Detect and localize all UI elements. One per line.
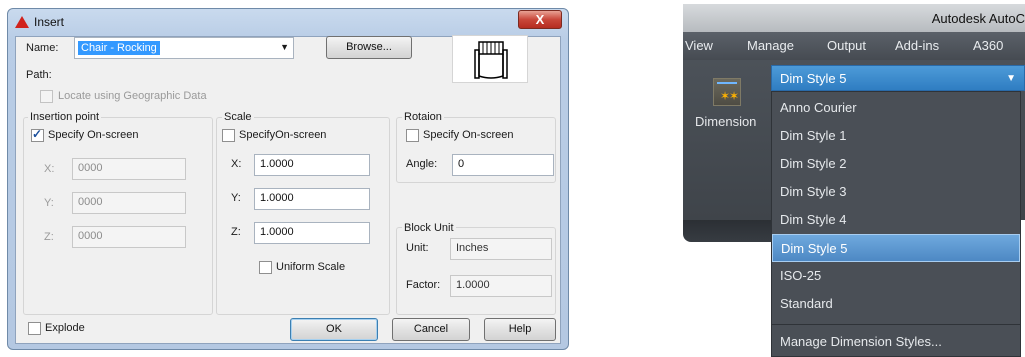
scale-z-field[interactable]: 1.0000 (254, 222, 370, 244)
dimension-icon[interactable]: ✶✶ (713, 78, 741, 106)
scale-x-field[interactable]: 1.0000 (254, 154, 370, 176)
autocad-ribbon: Autodesk AutoC View Manage Output Add-in… (683, 0, 1025, 357)
tab-output[interactable]: Output (827, 38, 866, 53)
dim-style-option-2[interactable]: Dim Style 2 (772, 150, 1020, 178)
unit-label: Unit: (406, 242, 429, 254)
manage-dim-styles-item[interactable]: Manage Dimension Styles... (772, 328, 1020, 356)
dim-style-option-anno-courier[interactable]: Anno Courier (772, 94, 1020, 122)
scale-title: Scale (222, 111, 254, 123)
scale-y-label: Y: (231, 192, 241, 204)
angle-field[interactable]: 0 (452, 154, 554, 176)
scale-specify-label: SpecifyOn-screen (239, 129, 327, 141)
geo-data-checkbox[interactable] (40, 90, 53, 103)
path-label: Path: (26, 69, 52, 81)
name-label: Name: (26, 42, 59, 54)
block-unit-title: Block Unit (402, 222, 456, 234)
tab-a360[interactable]: A360 (973, 38, 1003, 53)
dimension-button-label[interactable]: Dimension (695, 114, 756, 129)
dim-style-option-standard[interactable]: Standard (772, 290, 1020, 318)
scale-group (216, 117, 390, 315)
insertion-z-field[interactable]: 0000 (72, 226, 186, 248)
insert-dialog: Insert X Name: Chair - Rocking ▼ Browse.… (7, 8, 569, 350)
block-name-combo[interactable]: Chair - Rocking ▼ (74, 37, 294, 59)
panel-bottom-strip (683, 220, 773, 242)
unit-value: Inches (450, 238, 552, 260)
tab-view[interactable]: View (685, 38, 713, 53)
insertion-z-label: Z: (44, 231, 54, 243)
dim-style-option-1[interactable]: Dim Style 1 (772, 122, 1020, 150)
insertion-y-field[interactable]: 0000 (72, 192, 186, 214)
dim-style-option-5[interactable]: Dim Style 5 (772, 234, 1020, 262)
uniform-scale-label: Uniform Scale (276, 261, 346, 273)
rotation-specify-label: Specify On-screen (423, 129, 514, 141)
rotation-specify-checkbox[interactable] (406, 129, 419, 142)
dim-style-selected: Dim Style 5 (780, 71, 847, 86)
scale-x-label: X: (231, 158, 242, 170)
app-title: Autodesk AutoC (931, 11, 1025, 26)
factor-value: 1.0000 (450, 275, 552, 297)
uniform-scale-checkbox[interactable] (259, 261, 272, 274)
scale-z-label: Z: (231, 226, 241, 238)
insertion-x-label: X: (44, 163, 55, 175)
factor-label: Factor: (406, 279, 441, 291)
dimension-line-glyph (717, 82, 737, 84)
tab-manage[interactable]: Manage (747, 38, 794, 53)
dim-style-option-4[interactable]: Dim Style 4 (772, 206, 1020, 234)
chevron-down-icon[interactable]: ▼ (1006, 73, 1016, 84)
tab-add-ins[interactable]: Add-ins (895, 38, 939, 53)
help-button[interactable]: Help (484, 318, 556, 341)
explode-label: Explode (45, 322, 85, 334)
insertion-specify-label: Specify On-screen (48, 129, 139, 141)
ok-button[interactable]: OK (290, 318, 378, 341)
insertion-point-group (23, 117, 213, 315)
dialog-title: Insert (34, 15, 65, 29)
autocad-logo-icon (15, 16, 29, 28)
close-button[interactable]: X (518, 10, 562, 29)
dim-style-option-3[interactable]: Dim Style 3 (772, 178, 1020, 206)
insertion-point-title: Insertion point (28, 111, 102, 123)
block-name-value: Chair - Rocking (78, 41, 160, 55)
rotation-title: Rotaion (402, 111, 444, 123)
checkmark-icon: ✓ (32, 127, 43, 141)
dim-style-list: Anno Courier Dim Style 1 Dim Style 2 Dim… (771, 91, 1021, 357)
browse-button[interactable]: Browse... (326, 36, 412, 59)
dim-style-dropdown: Dim Style 5 ▼ Anno Courier Dim Style 1 D… (771, 65, 1025, 357)
chair-preview-icon (474, 41, 508, 79)
geo-data-label: Locate using Geographic Data (58, 90, 207, 102)
explode-checkbox[interactable] (28, 322, 41, 335)
cancel-button[interactable]: Cancel (392, 318, 470, 341)
scale-y-field[interactable]: 1.0000 (254, 188, 370, 210)
dim-style-select[interactable]: Dim Style 5 ▼ (771, 65, 1025, 91)
menu-divider (772, 324, 1020, 325)
insertion-specify-checkbox[interactable]: ✓ (31, 127, 44, 142)
scale-specify-checkbox[interactable] (222, 129, 235, 142)
dim-style-option-iso-25[interactable]: ISO-25 (772, 262, 1020, 290)
ribbon-tabs: View Manage Output Add-ins A360 (683, 32, 1025, 60)
chevron-down-icon[interactable]: ▼ (280, 42, 289, 52)
angle-label: Angle: (406, 158, 438, 170)
app-titlebar: Autodesk AutoC (683, 4, 1025, 32)
block-preview (452, 35, 528, 83)
dialog-titlebar[interactable]: Insert X (8, 9, 568, 35)
dimension-dots-glyph: ✶✶ (720, 89, 739, 103)
insertion-y-label: Y: (44, 197, 54, 209)
insertion-x-field[interactable]: 0000 (72, 158, 186, 180)
dialog-body: Name: Chair - Rocking ▼ Browse... Path: … (15, 35, 561, 344)
